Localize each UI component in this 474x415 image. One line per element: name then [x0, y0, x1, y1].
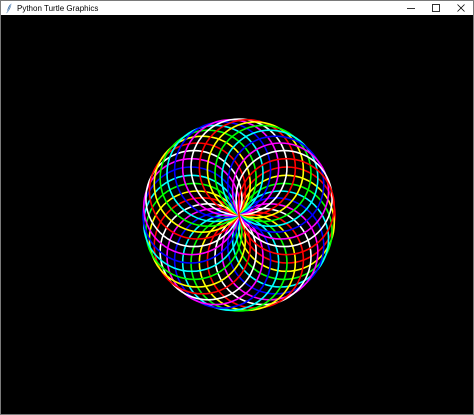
maximize-icon [431, 4, 440, 12]
turtle-canvas [1, 15, 473, 414]
feather-icon [4, 2, 14, 14]
maximize-button[interactable] [423, 1, 448, 15]
minimize-button[interactable] [398, 1, 423, 15]
turtle-window: Python Turtle Graphics [0, 0, 474, 415]
window-title: Python Turtle Graphics [17, 3, 99, 13]
close-icon [456, 4, 465, 12]
window-controls [398, 1, 473, 15]
minimize-icon [406, 8, 415, 9]
spirograph-drawing [1, 15, 473, 414]
title-bar[interactable]: Python Turtle Graphics [1, 1, 473, 15]
close-button[interactable] [448, 1, 473, 15]
